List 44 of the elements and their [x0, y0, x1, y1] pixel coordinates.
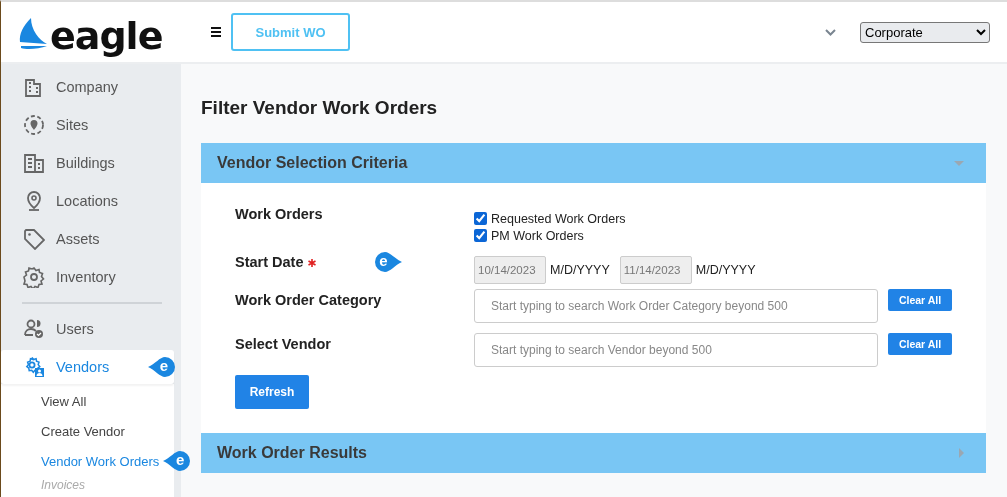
sidebar-item[interactable]: Users	[1, 310, 174, 348]
checkbox-label[interactable]: Requested Work Orders	[491, 211, 626, 226]
caret-down-icon	[954, 160, 964, 166]
user-icon	[23, 318, 45, 340]
field-label: Select Vendor	[235, 336, 331, 352]
clear-all-button[interactable]: Clear All	[888, 333, 952, 355]
sidebar-item[interactable]: Company	[1, 68, 174, 106]
panel-header[interactable]: Vendor Selection Criteria	[201, 143, 986, 183]
help-badge[interactable]: e	[163, 450, 192, 472]
chevron-down-icon[interactable]	[825, 28, 836, 36]
buildings-icon	[23, 152, 45, 174]
sidebar-item[interactable]: Buildings	[1, 144, 174, 182]
help-badge[interactable]: e	[373, 251, 402, 273]
caret-right-icon	[959, 448, 964, 458]
sidebar-item[interactable]: Assets	[1, 220, 174, 258]
panel-header[interactable]: Work Order Results	[201, 433, 986, 473]
page-title: Filter Vendor Work Orders	[201, 97, 439, 119]
gear-person-icon	[23, 356, 45, 378]
help-badge[interactable]: e	[148, 356, 174, 378]
search-field[interactable]: Start typing to search Vendor beyond 500	[474, 333, 878, 367]
search-field[interactable]: Start typing to search Work Order Category beyond 500	[474, 289, 878, 323]
submenu-item[interactable]: Vendor Work Orders	[41, 453, 160, 469]
field-label: Start Date	[235, 254, 304, 270]
tag-icon	[23, 228, 45, 250]
sidebar-item[interactable]: Sites	[1, 106, 174, 144]
submenu-item[interactable]: Create Vendor	[41, 423, 125, 439]
sidebar-item[interactable]: Locations	[1, 182, 174, 220]
site-select[interactable]: Corporate	[860, 21, 990, 43]
date-format: M/D/YYYY	[695, 263, 756, 277]
field-label: Work Orders	[235, 206, 323, 222]
location-pin-icon	[23, 114, 45, 136]
submenu-item[interactable]: View All	[41, 393, 87, 409]
checkbox[interactable]	[474, 212, 487, 225]
field-label: Work Order Category	[235, 292, 382, 308]
date-format: M/D/YYYY	[550, 263, 610, 277]
sidebar-item[interactable]: Inventory	[1, 258, 174, 296]
checkbox[interactable]	[474, 229, 487, 242]
menu-icon[interactable]	[211, 27, 221, 37]
clear-all-button[interactable]: Clear All	[888, 289, 952, 311]
refresh-button[interactable]: Refresh	[235, 375, 309, 409]
checkbox-label[interactable]: PM Work Orders	[491, 228, 584, 243]
logo-text: eagle	[50, 14, 163, 60]
sidebar-item[interactable]: Vendors e	[1, 350, 174, 384]
gear-icon	[23, 266, 45, 288]
